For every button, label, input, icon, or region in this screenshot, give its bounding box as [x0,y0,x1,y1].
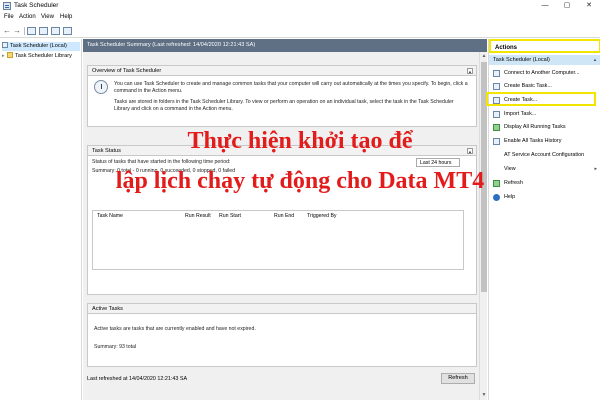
active-tasks-section: Active Tasks Active tasks are tasks that… [87,303,477,367]
column-header-run-start[interactable]: Run Start [219,213,241,219]
summary-panel: Task Scheduler Summary (Last refreshed: … [83,39,487,400]
section-title: Active Tasks [92,306,123,312]
column-header-run-end[interactable]: Run End [274,213,294,219]
column-header-run-result[interactable]: Run Result [185,213,211,219]
action-connect-to-another-computer[interactable]: Connect to Another Computer... [489,68,600,79]
toolbar: ← → [0,24,600,38]
back-arrow-icon[interactable]: ← [2,26,12,36]
actions-title: Actions [489,39,600,53]
overview-section-title[interactable]: Overview of Task Scheduler ▲ [88,66,476,76]
title-bar: Task Scheduler — ▢ ✕ [0,0,600,12]
overlay-heading-line-1: Thực hiện khởi tạo để [187,128,413,154]
menu-bar: File Action View Help [0,13,600,23]
task-status-period-text: Status of tasks that have started in the… [92,159,231,165]
action-label: Connect to Another Computer... [504,70,580,76]
create-task-highlight-box [486,92,596,106]
section-title: Overview of Task Scheduler [92,68,162,74]
time-period-select[interactable]: Last 24 hours [416,158,460,167]
forward-arrow-icon[interactable]: → [12,26,22,36]
summary-header: Task Scheduler Summary (Last refreshed: … [83,39,487,52]
close-button[interactable]: ✕ [578,0,600,12]
overlay-heading-line-2: lập lịch chạy tự động cho Data MT4 [115,168,485,194]
tree-item-label: Task Scheduler Library [15,53,72,59]
basic-task-icon [493,83,500,90]
menu-view[interactable]: View [41,14,54,20]
help-icon [493,194,500,201]
menu-action[interactable]: Action [19,14,36,20]
task-status-table[interactable]: Task Name Run Result Run Start Run End T… [92,210,464,270]
action-import-task[interactable]: Import Task... [489,109,600,120]
overview-section: Overview of Task Scheduler ▲ You can use… [87,65,477,127]
menu-help[interactable]: Help [60,14,72,20]
action-create-basic-task[interactable]: Create Basic Task... [489,81,600,92]
computer-icon [493,70,500,77]
overview-paragraph-1: You can use Task Scheduler to create and… [114,81,468,94]
active-tasks-description: Active tasks are tasks that are currentl… [94,326,256,332]
maximize-button[interactable]: ▢ [556,0,578,12]
toolbar-separator [24,27,25,35]
scroll-up-icon[interactable]: ▲ [480,52,488,60]
window-title: Task Scheduler [14,2,59,9]
tree-item-label: Task Scheduler (Local) [10,43,67,49]
clock-overview-icon [94,80,108,94]
column-header-triggered-by[interactable]: Triggered By [307,213,337,219]
last-refreshed-text: Last refreshed at 14/04/2020 12:21:43 SA [87,376,188,382]
collapse-chevron-icon[interactable]: ▲ [467,68,473,74]
help-topics-icon[interactable] [51,27,60,35]
menu-file[interactable]: File [4,14,14,20]
import-icon [493,111,500,118]
refresh-button[interactable]: Refresh [441,373,475,384]
properties-icon[interactable] [39,27,48,35]
tree-item-task-scheduler-local[interactable]: Task Scheduler (Local) [2,42,80,51]
action-label: Create Basic Task... [504,83,552,89]
overview-paragraph-2: Tasks are stored in folders in the Task … [114,99,454,112]
active-tasks-summary: Summary: 93 total [94,344,137,350]
tree-item-task-scheduler-library[interactable]: ▸ Task Scheduler Library [2,52,72,61]
scroll-down-icon[interactable]: ▼ [480,391,488,399]
console-tree: Task Scheduler (Local) ▸ Task Scheduler L… [0,39,82,400]
minimize-button[interactable]: — [534,0,556,12]
active-tasks-section-title[interactable]: Active Tasks [88,304,476,314]
folder-icon [7,52,13,58]
task-scheduler-app-icon [3,2,11,10]
column-header-task-name[interactable]: Task Name [97,213,123,219]
actions-group-header[interactable]: Task Scheduler (Local) [489,55,600,65]
show-hide-action-pane-icon[interactable] [63,27,72,35]
show-hide-console-tree-icon[interactable] [27,27,36,35]
action-label: Import Task... [504,111,537,117]
clock-icon [2,42,8,48]
